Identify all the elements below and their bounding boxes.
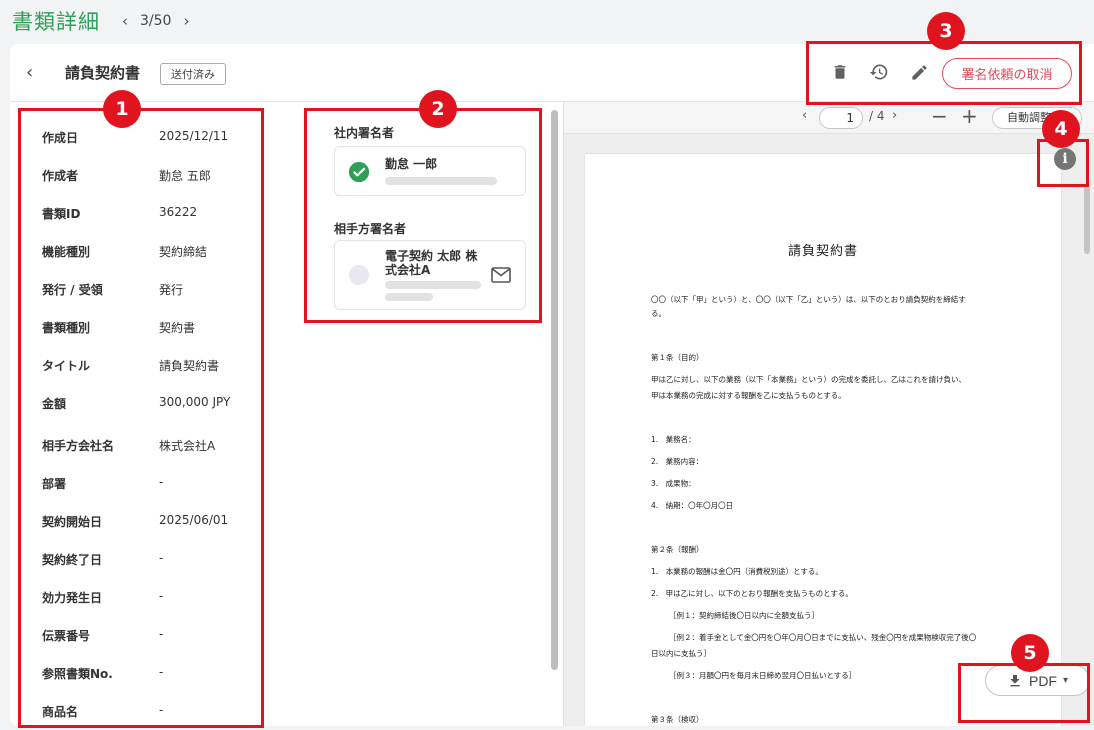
- pdf-page: 請負契約書 〇〇（以下「甲」という）と、〇〇（以下「乙」という）は、以下のとおり…: [585, 154, 1061, 726]
- doc-line: 1. 本業務の報酬は金〇円（消費税別途）とする。: [651, 567, 823, 576]
- doc-line: 第２条（報酬）: [651, 545, 704, 554]
- doc-line: 1. 業務名：: [651, 435, 696, 444]
- doc-line: 第３条（検収）: [651, 715, 704, 724]
- doc-line: 4. 納期：〇年〇月〇日: [651, 501, 734, 510]
- doc-line: 第１条（目的）: [651, 353, 704, 362]
- page-title: 書類詳細: [12, 10, 100, 34]
- doc-line: 日以内に支払う］: [651, 649, 711, 658]
- doc-line: る。: [651, 309, 666, 318]
- annotation-marker-5: 5: [1011, 634, 1049, 672]
- pdf-viewer: ‹ 1 / 4 › − + 自動調整 請負契約書 〇〇（以下「甲」という）と、〇…: [563, 102, 1094, 726]
- middle-scrollbar[interactable]: [551, 110, 558, 670]
- annotation-marker-4: 4: [1042, 110, 1080, 148]
- page-total: / 4: [869, 109, 885, 123]
- annotation-box-3: [806, 41, 1082, 105]
- next-page-chevron-icon[interactable]: ›: [892, 108, 897, 123]
- doc-line: 甲は本業務の完成に対する報酬を乙に支払うものとする。: [651, 391, 846, 400]
- zoom-out-icon[interactable]: −: [931, 104, 948, 128]
- annotation-marker-1: 1: [103, 90, 141, 128]
- prev-page-chevron-icon[interactable]: ‹: [802, 108, 807, 123]
- doc-line: 〇〇（以下「甲」という）と、〇〇（以下「乙」という）は、以下のとおり請負契約を締…: [651, 295, 966, 304]
- doc-line: ［例３：月額〇円を毎月末日締め翌月〇日払いとする］: [669, 671, 857, 680]
- status-badge: 送付済み: [160, 63, 226, 85]
- doc-line: 甲は乙に対し、以下の業務（以下「本業務」という）の完成を委託し、乙はこれを請け負…: [651, 375, 966, 384]
- document-title: 請負契約書: [787, 244, 858, 259]
- annotation-box-2: [304, 108, 542, 323]
- back-chevron-icon[interactable]: ‹: [26, 62, 33, 83]
- prev-document-chevron-icon[interactable]: ‹: [122, 12, 128, 30]
- zoom-in-icon[interactable]: +: [961, 104, 978, 128]
- annotation-box-5: [958, 663, 1090, 723]
- doc-line: 2. 甲は乙に対し、以下のとおり報酬を支払うものとする。: [651, 589, 853, 598]
- doc-line: 2. 業務内容：: [651, 457, 704, 466]
- pager-count: 3/50: [140, 13, 172, 29]
- viewer-toolbar: ‹ 1 / 4 › − + 自動調整: [564, 102, 1094, 134]
- document-name: 請負契約書: [65, 64, 141, 82]
- doc-line: 3. 成果物：: [651, 479, 696, 488]
- annotation-marker-3: 3: [927, 12, 965, 50]
- page-number-input[interactable]: 1: [819, 107, 863, 129]
- viewer-scrollbar[interactable]: [1084, 184, 1090, 254]
- next-document-chevron-icon[interactable]: ›: [183, 12, 189, 30]
- doc-line: ［例２：着手金として金〇円を〇年〇月〇日までに支払い、残金〇円を成果物検収完了後…: [669, 633, 977, 642]
- doc-line: ［例１：契約締結後〇日以内に全額支払う］: [669, 611, 819, 620]
- annotation-box-1: [18, 108, 264, 728]
- pager: ‹ 3/50 ›: [122, 12, 189, 30]
- annotation-marker-2: 2: [419, 90, 457, 128]
